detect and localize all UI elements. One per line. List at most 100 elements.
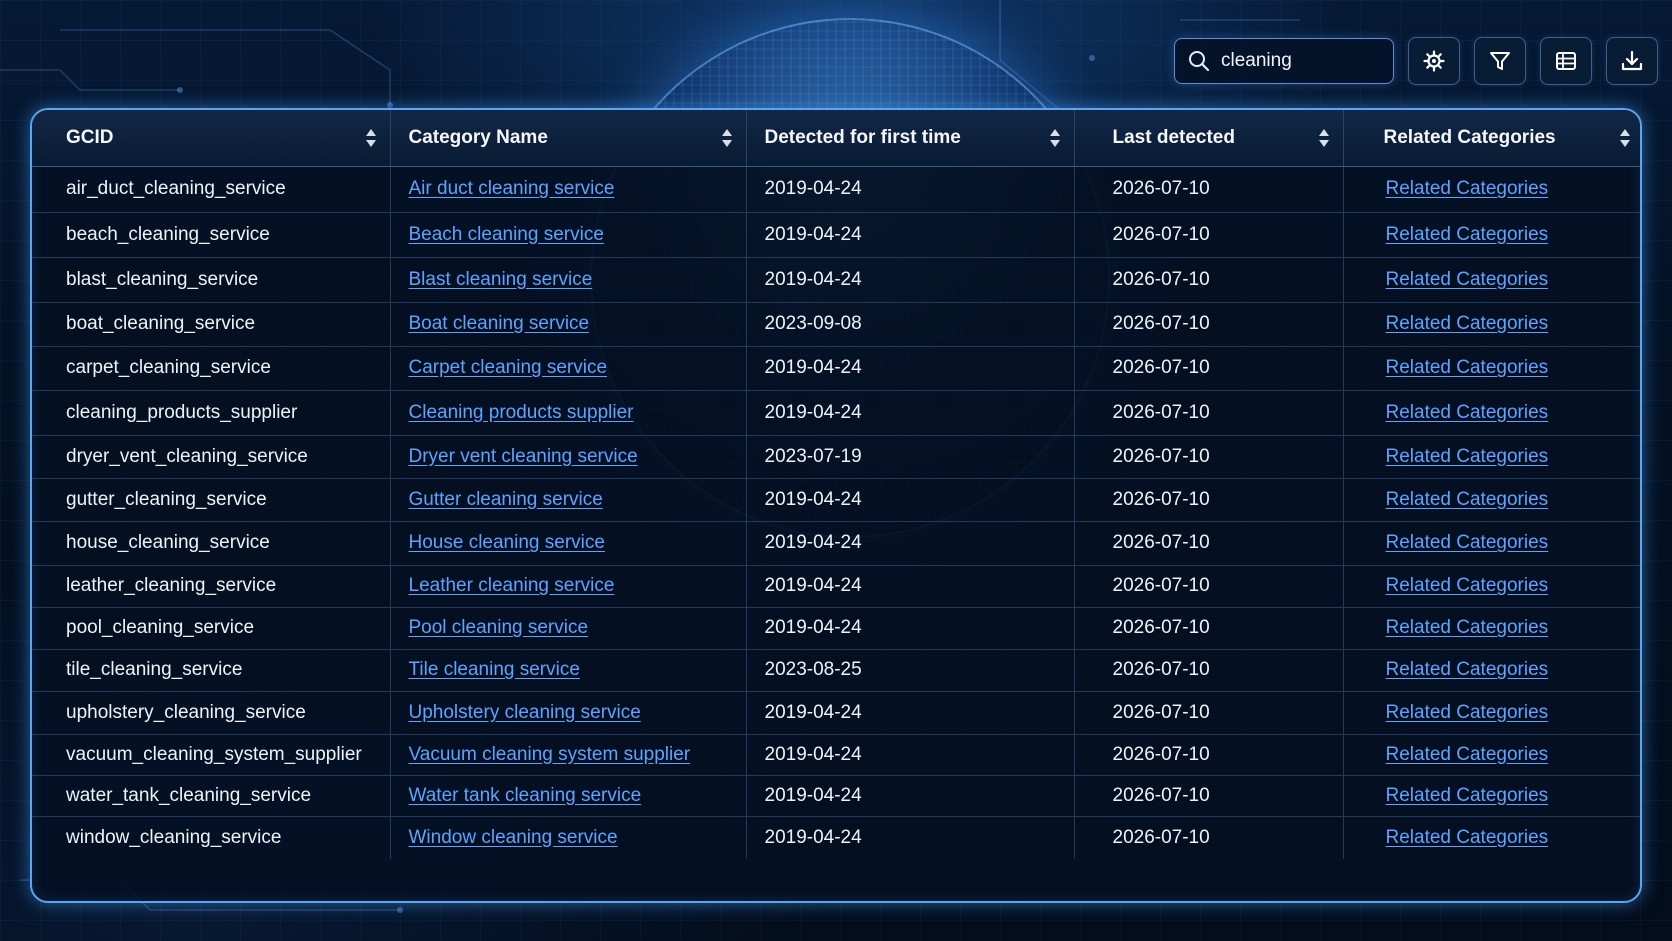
related-categories-link[interactable]: Related Categories: [1386, 224, 1549, 245]
category-name-cell: Beach cleaning service: [390, 212, 747, 258]
last-detected-cell-cell: 2026-07-10: [1074, 390, 1344, 436]
sort-arrows-icon[interactable]: [1618, 127, 1632, 149]
column-header-category-name[interactable]: Category Name: [390, 110, 747, 167]
category-name-link[interactable]: Blast cleaning service: [409, 269, 593, 290]
sort-arrows-icon[interactable]: [1048, 127, 1062, 149]
category-name-link[interactable]: Gutter cleaning service: [409, 489, 603, 510]
first-detected-cell-cell: 2019-04-24: [746, 691, 1075, 735]
last-detected-cell: 2026-07-10: [1112, 357, 1210, 378]
category-name-link[interactable]: Dryer vent cleaning service: [409, 446, 638, 467]
category-name-link[interactable]: Boat cleaning service: [409, 313, 590, 334]
gcid-cell-cell: gutter_cleaning_service: [32, 478, 391, 522]
first-detected-cell: 2019-04-24: [764, 826, 862, 848]
columns-button[interactable]: [1540, 37, 1592, 85]
category-name-link[interactable]: Pool cleaning service: [409, 617, 589, 638]
category-name-cell: Carpet cleaning service: [390, 346, 747, 391]
category-name-cell: Cleaning products supplier: [390, 390, 747, 436]
category-name-link[interactable]: House cleaning service: [409, 532, 605, 553]
sort-arrows-icon[interactable]: [720, 127, 734, 149]
gcid-cell-cell: window_cleaning_service: [32, 816, 391, 859]
column-header-label: Related Categories: [1383, 126, 1556, 148]
category-name-link[interactable]: Upholstery cleaning service: [409, 702, 641, 723]
related-categories-link[interactable]: Related Categories: [1386, 744, 1549, 765]
category-name-cell: Vacuum cleaning system supplier: [390, 734, 747, 776]
related-categories-cell: Related Categories: [1343, 390, 1640, 436]
category-name-link[interactable]: Leather cleaning service: [409, 575, 615, 596]
last-detected-cell-cell: 2026-07-10: [1074, 257, 1344, 303]
category-name-cell: Upholstery cleaning service: [390, 691, 747, 735]
related-categories-link[interactable]: Related Categories: [1386, 785, 1549, 806]
last-detected-cell-cell: 2026-07-10: [1074, 302, 1344, 347]
related-categories-cell: Related Categories: [1343, 435, 1640, 479]
related-categories-cell: Related Categories: [1343, 775, 1640, 817]
first-detected-cell-cell: 2019-04-24: [746, 565, 1075, 608]
sort-arrows-icon[interactable]: [364, 127, 378, 149]
related-categories-link[interactable]: Related Categories: [1386, 402, 1549, 423]
first-detected-cell: 2019-04-24: [764, 178, 862, 199]
search-icon: [1189, 51, 1210, 72]
related-categories-link[interactable]: Related Categories: [1386, 489, 1549, 510]
category-name-link[interactable]: Water tank cleaning service: [409, 785, 642, 806]
column-header-gcid[interactable]: GCID: [32, 110, 391, 167]
related-categories-cell: Related Categories: [1343, 257, 1640, 303]
related-categories-link[interactable]: Related Categories: [1386, 269, 1549, 290]
category-name-cell: Leather cleaning service: [390, 565, 747, 608]
first-detected-cell: 2019-04-24: [764, 617, 862, 638]
related-categories-link[interactable]: Related Categories: [1386, 617, 1549, 638]
gcid-cell: water_tank_cleaning_service: [66, 784, 312, 806]
search-input[interactable]: [1221, 50, 1381, 72]
related-categories-link[interactable]: Related Categories: [1386, 313, 1549, 334]
table-row: upholstery_cleaning_service Upholstery cl…: [32, 691, 1640, 735]
filter-button[interactable]: [1474, 37, 1526, 85]
category-name-cell: Air duct cleaning service: [390, 166, 747, 213]
first-detected-cell: 2019-04-24: [764, 357, 862, 378]
last-detected-cell: 2026-07-10: [1112, 223, 1210, 245]
gcid-cell-cell: pool_cleaning_service: [32, 607, 391, 650]
gcid-cell: blast_cleaning_service: [66, 268, 259, 290]
column-header-first-detected[interactable]: Detected for first time: [746, 110, 1075, 167]
last-detected-cell: 2026-07-10: [1112, 575, 1210, 596]
table-row: beach_cleaning_service Beach cleaning ser…: [32, 212, 1640, 258]
first-detected-cell: 2023-07-19: [764, 445, 862, 467]
first-detected-cell: 2019-04-24: [764, 784, 862, 806]
related-categories-link[interactable]: Related Categories: [1386, 178, 1549, 199]
gcid-cell: beach_cleaning_service: [66, 223, 270, 245]
column-header-last-detected[interactable]: Last detected: [1074, 110, 1344, 167]
table-row: blast_cleaning_service Blast cleaning ser…: [32, 257, 1640, 303]
table-row: gutter_cleaning_service Gutter cleaning s…: [32, 478, 1640, 522]
category-name-link[interactable]: Vacuum cleaning system supplier: [409, 744, 691, 765]
related-categories-link[interactable]: Related Categories: [1386, 827, 1549, 848]
gcid-cell: leather_cleaning_service: [66, 575, 277, 596]
category-name-link[interactable]: Cleaning products supplier: [409, 402, 634, 423]
gcid-cell: upholstery_cleaning_service: [66, 701, 306, 723]
related-categories-link[interactable]: Related Categories: [1386, 702, 1549, 723]
gcid-cell-cell: upholstery_cleaning_service: [32, 691, 391, 735]
last-detected-cell: 2026-07-10: [1112, 826, 1210, 848]
category-name-link[interactable]: Beach cleaning service: [409, 224, 604, 245]
last-detected-cell-cell: 2026-07-10: [1074, 691, 1344, 735]
sort-arrows-icon[interactable]: [1317, 127, 1331, 149]
related-categories-link[interactable]: Related Categories: [1386, 446, 1549, 467]
category-name-link[interactable]: Window cleaning service: [409, 827, 618, 848]
category-name-cell: Dryer vent cleaning service: [390, 435, 747, 479]
first-detected-cell: 2019-04-24: [764, 223, 862, 245]
related-categories-link[interactable]: Related Categories: [1386, 575, 1549, 596]
settings-button[interactable]: [1408, 37, 1460, 85]
table-row: carpet_cleaning_service Carpet cleaning s…: [32, 346, 1640, 391]
search-box[interactable]: [1174, 38, 1394, 84]
column-header-related-categories[interactable]: Related Categories: [1343, 110, 1640, 167]
category-name-link[interactable]: Carpet cleaning service: [409, 357, 608, 378]
last-detected-cell-cell: 2026-07-10: [1074, 565, 1344, 608]
last-detected-cell-cell: 2026-07-10: [1074, 166, 1344, 213]
category-name-link[interactable]: Tile cleaning service: [409, 659, 580, 680]
related-categories-link[interactable]: Related Categories: [1386, 532, 1549, 553]
category-name-link[interactable]: Air duct cleaning service: [409, 178, 615, 199]
related-categories-cell: Related Categories: [1343, 691, 1640, 735]
download-button[interactable]: [1606, 37, 1658, 85]
last-detected-cell-cell: 2026-07-10: [1074, 212, 1344, 258]
related-categories-cell: Related Categories: [1343, 734, 1640, 776]
related-categories-link[interactable]: Related Categories: [1386, 357, 1549, 378]
related-categories-link[interactable]: Related Categories: [1386, 659, 1549, 680]
table-row: vacuum_cleaning_system_supplier Vacuum cl…: [32, 734, 1640, 776]
table-row: boat_cleaning_service Boat cleaning servi…: [32, 302, 1640, 347]
